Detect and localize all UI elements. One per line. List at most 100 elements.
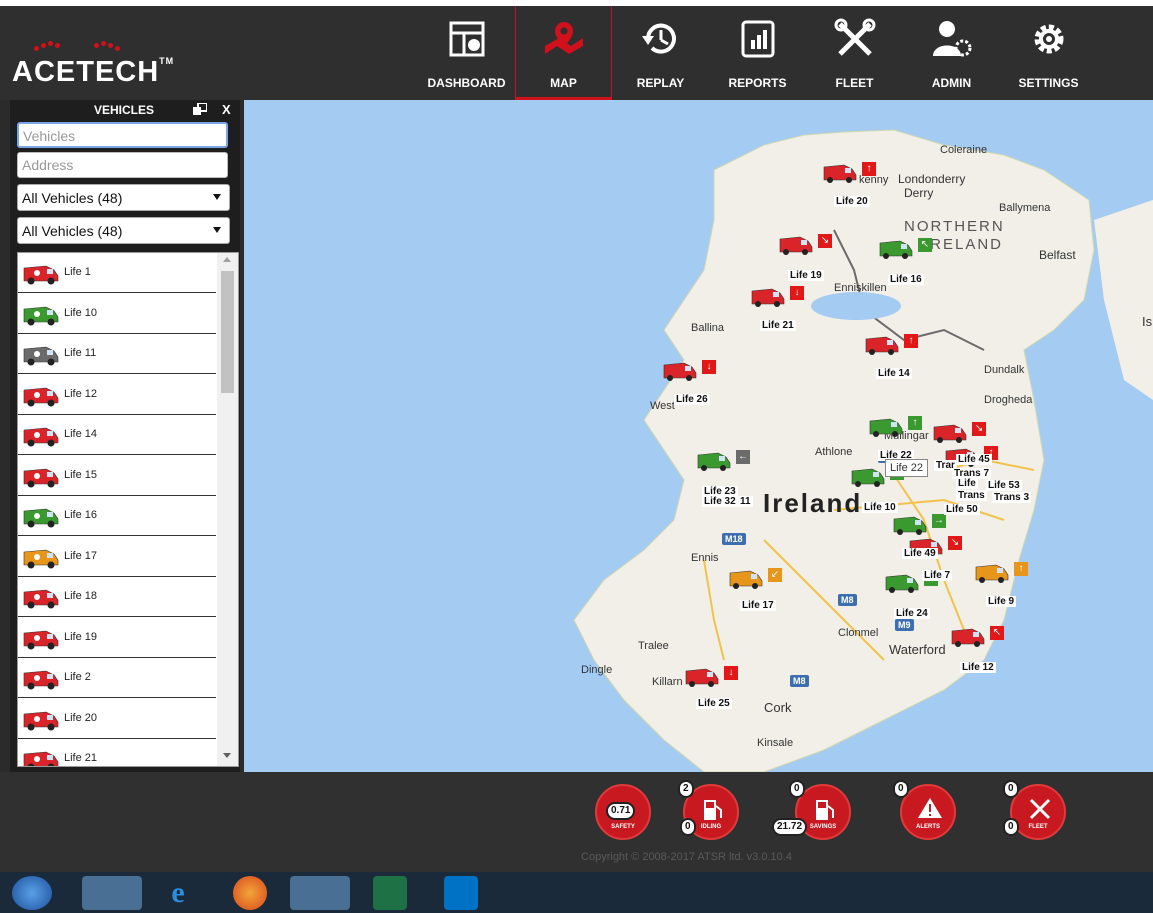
- nav-settings[interactable]: SETTINGS: [1000, 6, 1097, 100]
- vehicle-marker[interactable]: [728, 566, 764, 590]
- file-explorer-icon[interactable]: [82, 876, 142, 910]
- list-item[interactable]: Life 17: [18, 537, 216, 577]
- vehicle-label[interactable]: Life 49: [902, 548, 938, 559]
- vehicle-status-select[interactable]: All Vehicles (48): [17, 217, 230, 244]
- chrome-icon[interactable]: [290, 876, 350, 910]
- vehicle-label[interactable]: Life 53: [986, 480, 1022, 491]
- list-item[interactable]: Life 10: [18, 294, 216, 334]
- vehicle-label[interactable]: Trans: [956, 490, 987, 501]
- list-item-label: Life 2: [64, 671, 91, 683]
- vehicle-marker[interactable]: [778, 232, 814, 256]
- direction-arrow-icon: ↘: [818, 234, 832, 248]
- van-icon: [779, 236, 813, 255]
- van-icon: [851, 468, 885, 487]
- scroll-up-arrow-icon[interactable]: [223, 257, 231, 262]
- vehicle-label[interactable]: Life 17: [740, 600, 776, 611]
- list-item-label: Life 12: [64, 387, 98, 400]
- van-icon: [869, 418, 903, 437]
- vehicle-label[interactable]: Life 32: [702, 496, 738, 507]
- list-item[interactable]: Life 14: [18, 415, 216, 455]
- map-icon: [544, 22, 583, 54]
- safety-label: SAFETY: [611, 824, 635, 830]
- vehicle-marker[interactable]: [878, 236, 914, 260]
- vehicle-label[interactable]: Life 25: [696, 698, 732, 709]
- scroll-thumb[interactable]: [221, 271, 234, 393]
- nav-replay[interactable]: REPLAY: [612, 6, 709, 100]
- vehicle-label[interactable]: Trans 3: [992, 492, 1032, 503]
- vehicle-label[interactable]: Life 14: [876, 368, 912, 379]
- vehicle-marker[interactable]: [696, 448, 732, 472]
- vehicle-marker[interactable]: [974, 560, 1010, 584]
- idling-top-value: 2: [678, 780, 694, 798]
- vehicle-marker[interactable]: [868, 414, 904, 438]
- nav-map[interactable]: MAP: [515, 6, 612, 100]
- list-item[interactable]: Life 16: [18, 496, 216, 536]
- list-item[interactable]: Life 1: [18, 253, 216, 293]
- vehicle-marker[interactable]: [892, 512, 928, 536]
- list-item[interactable]: Life 15: [18, 456, 216, 496]
- vehicle-label[interactable]: Life 9: [986, 596, 1017, 607]
- popout-icon[interactable]: [193, 103, 207, 115]
- vehicle-marker[interactable]: [850, 464, 886, 488]
- outlook-icon[interactable]: [444, 876, 478, 910]
- scroll-down-arrow-icon[interactable]: [223, 753, 231, 758]
- close-panel-button[interactable]: X: [222, 102, 231, 117]
- van-icon: [23, 265, 59, 285]
- vehicle-label[interactable]: Life 19: [788, 270, 824, 281]
- nav-dashboard[interactable]: DASHBOARD: [418, 6, 515, 100]
- nav-label: ADMIN: [931, 76, 972, 90]
- nav-admin[interactable]: ADMIN: [903, 6, 1000, 100]
- list-item[interactable]: Life 12: [18, 375, 216, 415]
- internet-explorer-icon[interactable]: e: [158, 876, 198, 910]
- excel-icon[interactable]: [373, 876, 407, 910]
- vehicle-label[interactable]: Life 7: [922, 570, 953, 581]
- list-item[interactable]: Life 20: [18, 699, 216, 739]
- vehicle-label[interactable]: Life 20: [834, 196, 870, 207]
- address-search-input[interactable]: Address: [17, 152, 228, 178]
- country-ireland: Ireland: [763, 488, 863, 518]
- nav-reports[interactable]: REPORTS: [709, 6, 806, 100]
- road-shield-m18: M18: [722, 533, 746, 545]
- vehicle-list-scrollbar[interactable]: [217, 253, 238, 766]
- reports-icon: [741, 20, 774, 58]
- vehicle-label[interactable]: Life 50: [944, 504, 980, 515]
- vehicle-group-select[interactable]: All Vehicles (48): [17, 184, 230, 211]
- van-icon: [23, 427, 59, 447]
- start-icon[interactable]: [12, 876, 52, 910]
- vehicle-label[interactable]: Life 45: [956, 454, 992, 465]
- vehicle-marker[interactable]: [950, 624, 986, 648]
- van-icon: [23, 670, 59, 690]
- vehicle-marker[interactable]: [864, 332, 900, 356]
- vehicle-marker[interactable]: [684, 664, 720, 688]
- list-item[interactable]: Life 21: [18, 739, 216, 766]
- list-item[interactable]: Life 19: [18, 618, 216, 658]
- van-icon: [23, 549, 59, 568]
- vehicle-label[interactable]: Life 21: [760, 320, 796, 331]
- vehicle-label[interactable]: Life 24: [894, 608, 930, 619]
- vehicle-label[interactable]: Life 26: [674, 394, 710, 405]
- vehicle-marker[interactable]: [822, 160, 858, 184]
- direction-arrow-icon: ↑: [862, 162, 876, 176]
- vehicle-label[interactable]: 11: [738, 496, 753, 507]
- nav-fleet[interactable]: FLEET: [806, 6, 903, 100]
- place-dingle: Dingle: [581, 664, 613, 676]
- firefox-icon[interactable]: [233, 876, 267, 910]
- direction-arrow-icon: →: [932, 514, 946, 528]
- acetech-logo[interactable]: ACETECHTM: [12, 40, 173, 95]
- vehicle-search-input[interactable]: Vehicles: [17, 122, 228, 148]
- map-view[interactable]: Coleraine Londonderry Derry kenny Ballym…: [244, 100, 1153, 772]
- alerts-top-value: 0: [893, 780, 909, 798]
- vehicle-marker[interactable]: [662, 358, 698, 382]
- list-item[interactable]: Life 18: [18, 577, 216, 617]
- vehicle-marker[interactable]: [884, 570, 920, 594]
- vehicle-marker[interactable]: [750, 284, 786, 308]
- list-item[interactable]: Life 11: [18, 334, 216, 374]
- vehicle-label[interactable]: Life 16: [888, 274, 924, 285]
- vehicle-marker[interactable]: [932, 420, 968, 444]
- vehicle-label[interactable]: Life: [956, 478, 978, 489]
- list-item-label: Life 20: [64, 711, 98, 724]
- vehicle-label[interactable]: Life 12: [960, 662, 996, 673]
- safety-kpi[interactable]: 0.71 SAFETY: [595, 784, 651, 840]
- vehicle-label[interactable]: Life 10: [862, 502, 898, 513]
- list-item[interactable]: Life 2: [18, 658, 216, 698]
